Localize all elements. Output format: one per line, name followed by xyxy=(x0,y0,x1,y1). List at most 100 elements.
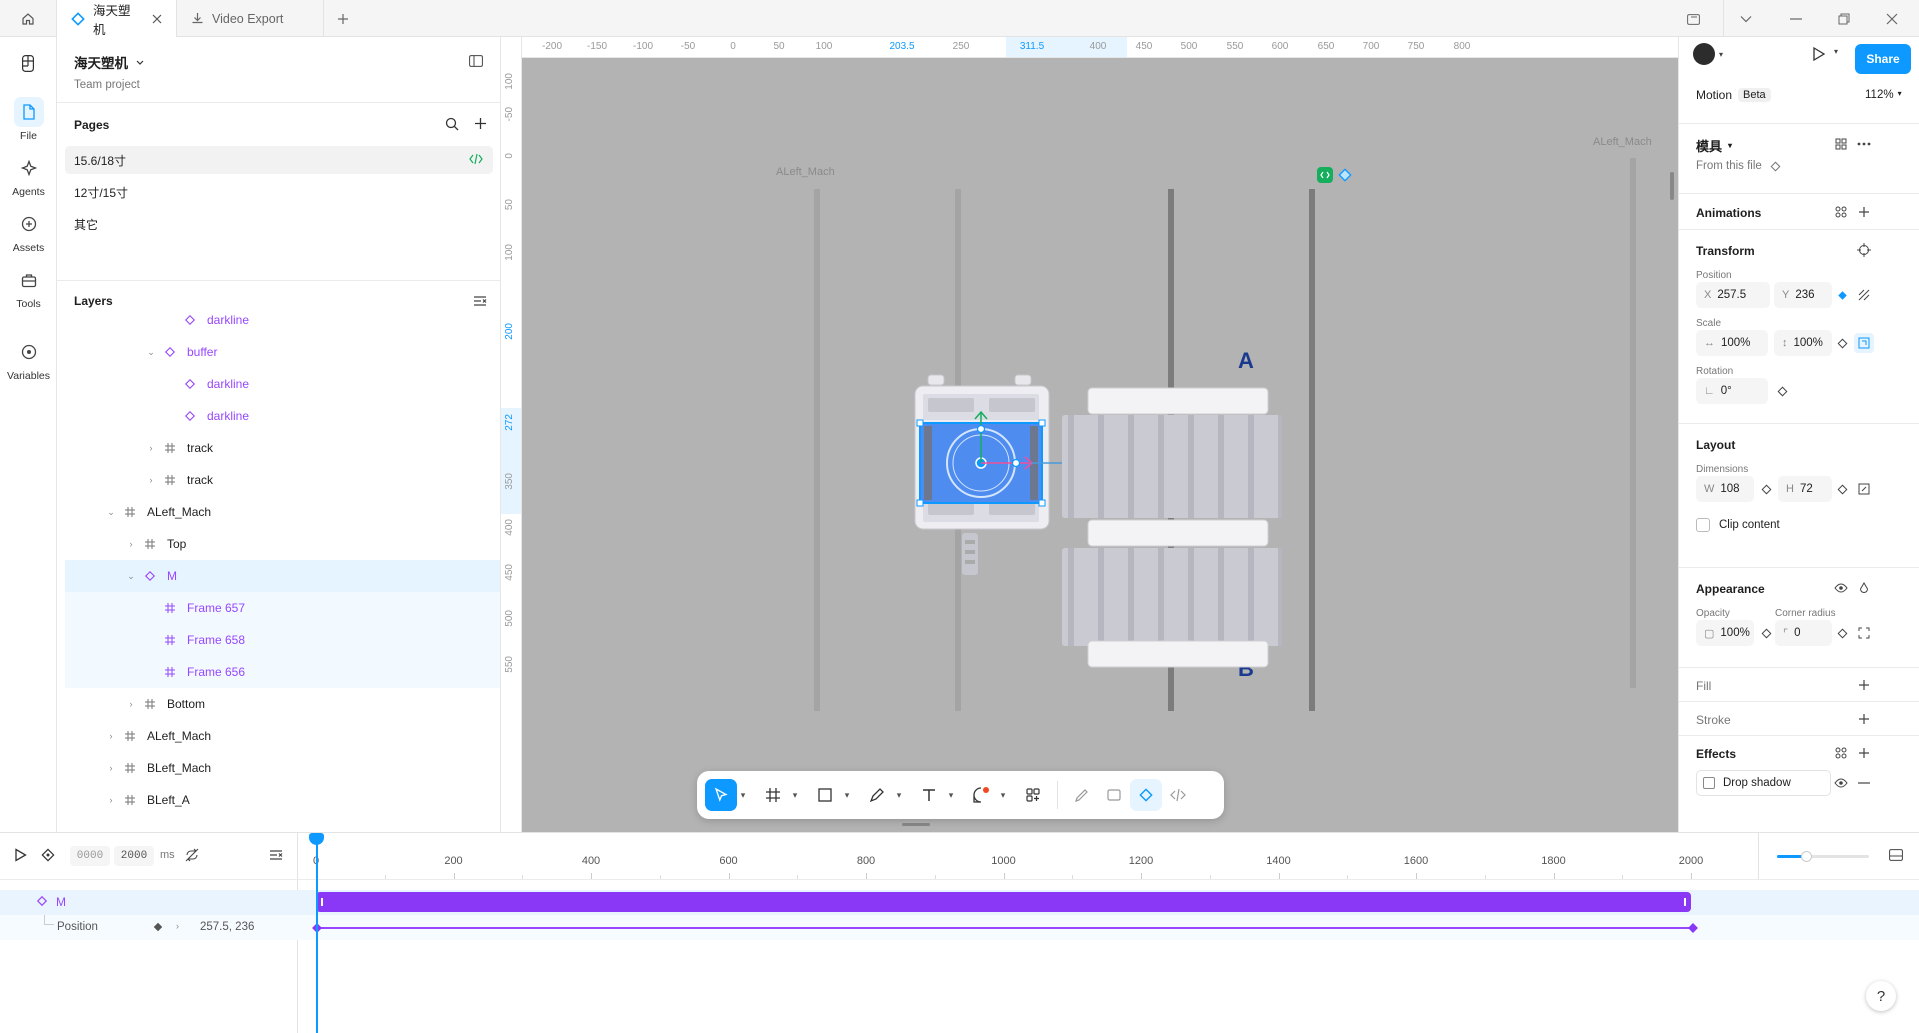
tab-video-export[interactable]: Video Export xyxy=(177,0,324,37)
chevron-down-icon[interactable]: ▾ xyxy=(945,790,957,801)
layer-item[interactable]: › BLeft_A xyxy=(65,784,500,816)
chevron-right-icon[interactable]: › xyxy=(145,443,157,453)
close-icon[interactable] xyxy=(152,14,162,24)
panel-toggle-icon[interactable] xyxy=(469,55,483,67)
page-item-15-18[interactable]: 15.6/18寸 xyxy=(65,146,493,174)
draw-mode-button[interactable] xyxy=(1066,779,1098,811)
machine-drawing[interactable] xyxy=(902,368,1282,668)
chevron-down-icon[interactable]: ▾ xyxy=(841,790,853,801)
clip-content-checkbox[interactable]: Clip content xyxy=(1696,518,1780,532)
eye-icon[interactable] xyxy=(1831,578,1851,598)
rail-item-assets[interactable]: Assets xyxy=(0,209,57,254)
constrain-proportions-icon[interactable] xyxy=(1854,333,1874,353)
frame-label[interactable]: ALeft_Mach xyxy=(776,166,835,178)
keyframe-end[interactable] xyxy=(1687,922,1699,934)
scrollbar-thumb[interactable] xyxy=(1670,172,1674,200)
layer-item[interactable]: darkline xyxy=(65,304,500,336)
chevron-down-icon[interactable]: ▾ xyxy=(997,790,1009,801)
rotation-input[interactable]: ∟ 0° xyxy=(1696,378,1768,404)
chevron-right-icon[interactable]: › xyxy=(176,921,179,931)
scale-x-input[interactable]: ↔ 100% xyxy=(1696,330,1768,356)
position-x-input[interactable]: X 257.5 xyxy=(1696,282,1770,308)
timeline-zoom-slider[interactable] xyxy=(1777,851,1869,862)
restore-icon[interactable] xyxy=(1834,9,1854,29)
shape-tool[interactable] xyxy=(809,779,841,811)
page-item-12-15[interactable]: 12寸/15寸 xyxy=(65,178,493,206)
chevron-right-icon[interactable]: › xyxy=(125,699,137,709)
drop-shadow-row[interactable]: Drop shadow xyxy=(1696,770,1831,796)
rail-item-agents[interactable]: Agents xyxy=(0,153,57,198)
chevron-right-icon[interactable]: › xyxy=(125,539,137,549)
position-y-input[interactable]: Y 236 xyxy=(1774,282,1832,308)
layer-item[interactable]: ⌄ M xyxy=(65,560,500,592)
motion-mode-button[interactable] xyxy=(1130,779,1162,811)
present-button[interactable] xyxy=(1810,46,1826,62)
canvas[interactable]: ALeft_Mach ALeft_Mach A B xyxy=(522,58,1678,832)
move-tool[interactable] xyxy=(705,779,737,811)
resize-icon[interactable] xyxy=(1854,479,1874,499)
layer-item[interactable]: Frame 658 xyxy=(65,624,500,656)
actions-tool[interactable] xyxy=(1017,779,1049,811)
animation-presets-icon[interactable] xyxy=(1831,202,1851,222)
chevron-down-icon[interactable] xyxy=(1736,9,1756,29)
home-button[interactable] xyxy=(0,0,57,37)
effect-presets-icon[interactable] xyxy=(1831,743,1851,763)
layer-item[interactable]: › ALeft_Mach xyxy=(65,720,500,752)
remove-effect-icon[interactable] xyxy=(1854,773,1874,793)
bar-end-handle[interactable] xyxy=(1684,898,1686,906)
blend-mode-icon[interactable] xyxy=(1854,578,1874,598)
add-stroke-icon[interactable] xyxy=(1854,709,1874,729)
keyframe-filled-icon[interactable] xyxy=(1832,285,1852,305)
shadow-checkbox[interactable] xyxy=(1703,777,1715,789)
user-menu[interactable]: ▾ xyxy=(1693,43,1723,65)
layer-item[interactable]: › Bottom xyxy=(65,688,500,720)
slider-thumb[interactable] xyxy=(1801,851,1812,862)
keyframe-icon[interactable] xyxy=(1832,333,1852,353)
frame-label[interactable]: ALeft_Mach xyxy=(1593,136,1652,148)
reset-icon[interactable] xyxy=(1854,285,1874,305)
layer-item[interactable]: Frame 657 xyxy=(65,592,500,624)
panel-layout-icon[interactable] xyxy=(1889,849,1903,861)
eye-icon[interactable] xyxy=(1831,773,1851,793)
component-icon[interactable] xyxy=(1337,167,1353,183)
tab-file[interactable]: 海天塑机 xyxy=(57,0,177,37)
chevron-down-icon[interactable]: ▾ xyxy=(1834,47,1838,56)
layer-item[interactable]: › track xyxy=(65,464,500,496)
comment-tool[interactable] xyxy=(965,779,997,811)
chevron-right-icon[interactable]: › xyxy=(105,763,117,773)
share-button[interactable]: Share xyxy=(1855,44,1911,74)
keyframe-icon[interactable] xyxy=(1756,623,1776,643)
add-animation-icon[interactable] xyxy=(1854,202,1874,222)
add-page-icon[interactable] xyxy=(474,117,487,130)
rail-item-tools[interactable]: Tools xyxy=(0,265,57,310)
chevron-down-icon[interactable]: ⌄ xyxy=(145,347,157,358)
keyframe-icon[interactable] xyxy=(1756,479,1776,499)
timeline-ruler[interactable]: 0200400600800100012001400160018002000 xyxy=(0,833,1919,879)
layer-item[interactable]: Frame 656 xyxy=(65,656,500,688)
file-name-menu[interactable]: 海天塑机 xyxy=(74,52,144,72)
chevron-right-icon[interactable]: › xyxy=(105,731,117,741)
pen-tool[interactable] xyxy=(861,779,893,811)
search-icon[interactable] xyxy=(445,117,459,131)
new-tab-button[interactable] xyxy=(333,9,353,29)
rail-item-file[interactable]: File xyxy=(0,97,57,142)
layer-item[interactable]: darkline xyxy=(65,400,500,432)
help-button[interactable]: ? xyxy=(1866,981,1896,1011)
dev-ready-icon[interactable] xyxy=(1317,167,1333,183)
corner-radius-input[interactable]: ⌜ 0 xyxy=(1775,620,1832,646)
chevron-right-icon[interactable]: › xyxy=(145,475,157,485)
close-window-icon[interactable] xyxy=(1882,9,1902,29)
keyframe-icon[interactable] xyxy=(1832,623,1852,643)
target-icon[interactable] xyxy=(1854,240,1874,260)
page-item-other[interactable]: 其它 xyxy=(65,210,493,238)
keyframe-filled-icon[interactable] xyxy=(153,922,163,932)
opacity-input[interactable]: ▢ 100% xyxy=(1696,620,1754,646)
independent-corners-icon[interactable] xyxy=(1854,623,1874,643)
chevron-down-icon[interactable]: ▾ xyxy=(737,790,749,801)
add-effect-icon[interactable] xyxy=(1854,743,1874,763)
grid-view-icon[interactable] xyxy=(1831,134,1851,154)
slides-mode-button[interactable] xyxy=(1098,779,1130,811)
animation-bar[interactable] xyxy=(316,892,1691,912)
frame-tool[interactable] xyxy=(757,779,789,811)
panel-resize-handle[interactable] xyxy=(902,823,930,826)
